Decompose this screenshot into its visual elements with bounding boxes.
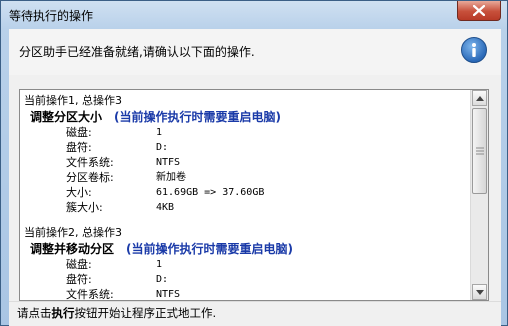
detail-row: 大小: 61.69GB => 37.60GB: [24, 185, 470, 200]
pending-operations-window: 等待执行的操作 分区助手已经准备就绪,请确认以下面的操作. 当前操作1, 总操作…: [0, 0, 508, 326]
scroll-thumb[interactable]: [472, 108, 487, 194]
header-message: 分区助手已经准备就绪,请确认以下面的操作.: [19, 45, 255, 59]
detail-label: 簇大小:: [66, 201, 103, 214]
detail-row: 文件系统: NTFS: [24, 287, 470, 301]
chevron-up-icon: [476, 96, 484, 101]
operation-title: 调整分区大小 (当前操作执行时需要重启电脑): [24, 109, 470, 125]
detail-value: 1: [156, 259, 163, 270]
operation-progress: 当前操作2, 总操作3: [24, 226, 122, 239]
detail-label: 磁盘:: [66, 258, 92, 271]
detail-row: 磁盘: 1: [24, 125, 470, 140]
info-icon: [461, 37, 487, 63]
header-panel: 分区助手已经准备就绪,请确认以下面的操作.: [9, 29, 501, 76]
operation-name: 调整分区大小: [30, 110, 103, 124]
detail-label: 分区卷标:: [66, 171, 114, 184]
execute-keyword: 执行: [51, 306, 75, 320]
operations-list-content: 当前操作1, 总操作3 调整分区大小 (当前操作执行时需要重启电脑) 磁盘: 1 盘…: [24, 93, 470, 301]
detail-row: 盘符: D:: [24, 272, 470, 287]
close-button[interactable]: [457, 1, 501, 21]
detail-value: D:: [156, 274, 169, 285]
detail-row: 盘符: D:: [24, 140, 470, 155]
detail-value: NTFS: [156, 289, 181, 300]
footer-prefix: 请点击: [17, 306, 52, 320]
footer-bar: 请点击执行按钮开始让程序正式地工作.: [9, 301, 501, 326]
detail-label: 磁盘:: [66, 126, 92, 139]
vertical-scrollbar[interactable]: [470, 90, 488, 300]
detail-value: 61.69GB => 37.60GB: [156, 187, 265, 198]
operation-title: 调整并移动分区 (当前操作执行时需要重启电脑): [24, 241, 470, 257]
detail-value: 4KB: [156, 202, 175, 213]
detail-row: 分区卷标: 新加卷: [24, 170, 470, 185]
detail-value: 新加卷: [156, 172, 186, 183]
detail-label: 文件系统:: [66, 288, 114, 301]
detail-label: 盘符:: [66, 273, 92, 286]
scroll-up-button[interactable]: [472, 90, 487, 106]
operation-progress: 当前操作1, 总操作3: [24, 94, 122, 107]
scroll-down-button[interactable]: [472, 284, 487, 300]
operation-item: 当前操作1, 总操作3 调整分区大小 (当前操作执行时需要重启电脑) 磁盘: 1 盘…: [24, 93, 470, 215]
close-icon: [473, 5, 485, 16]
title-bar[interactable]: 等待执行的操作: [1, 1, 507, 29]
footer-instruction: 请点击执行按钮开始让程序正式地工作.: [17, 305, 216, 321]
detail-row: 文件系统: NTFS: [24, 155, 470, 170]
footer-suffix: 按钮开始让程序正式地工作.: [74, 306, 217, 320]
detail-value: NTFS: [156, 157, 181, 168]
window-title: 等待执行的操作: [9, 9, 94, 23]
operation-item: 当前操作2, 总操作3 调整并移动分区 (当前操作执行时需要重启电脑) 磁盘: 1 …: [24, 225, 470, 301]
restart-note: (当前操作执行时需要重启电脑): [114, 110, 281, 124]
restart-note: (当前操作执行时需要重启电脑): [126, 242, 293, 256]
detail-value: D:: [156, 142, 169, 153]
detail-label: 大小:: [66, 186, 92, 199]
detail-label: 盘符:: [66, 141, 92, 154]
grip-icon: [476, 147, 484, 155]
content-area: 当前操作1, 总操作3 调整分区大小 (当前操作执行时需要重启电脑) 磁盘: 1 盘…: [9, 75, 501, 301]
detail-label: 文件系统:: [66, 156, 114, 169]
operations-list[interactable]: 当前操作1, 总操作3 调整分区大小 (当前操作执行时需要重启电脑) 磁盘: 1 盘…: [19, 89, 489, 301]
operation-name: 调整并移动分区: [30, 242, 115, 256]
detail-value: 1: [156, 127, 163, 138]
detail-row: 磁盘: 1: [24, 257, 470, 272]
chevron-down-icon: [476, 290, 484, 295]
detail-row: 簇大小: 4KB: [24, 200, 470, 215]
